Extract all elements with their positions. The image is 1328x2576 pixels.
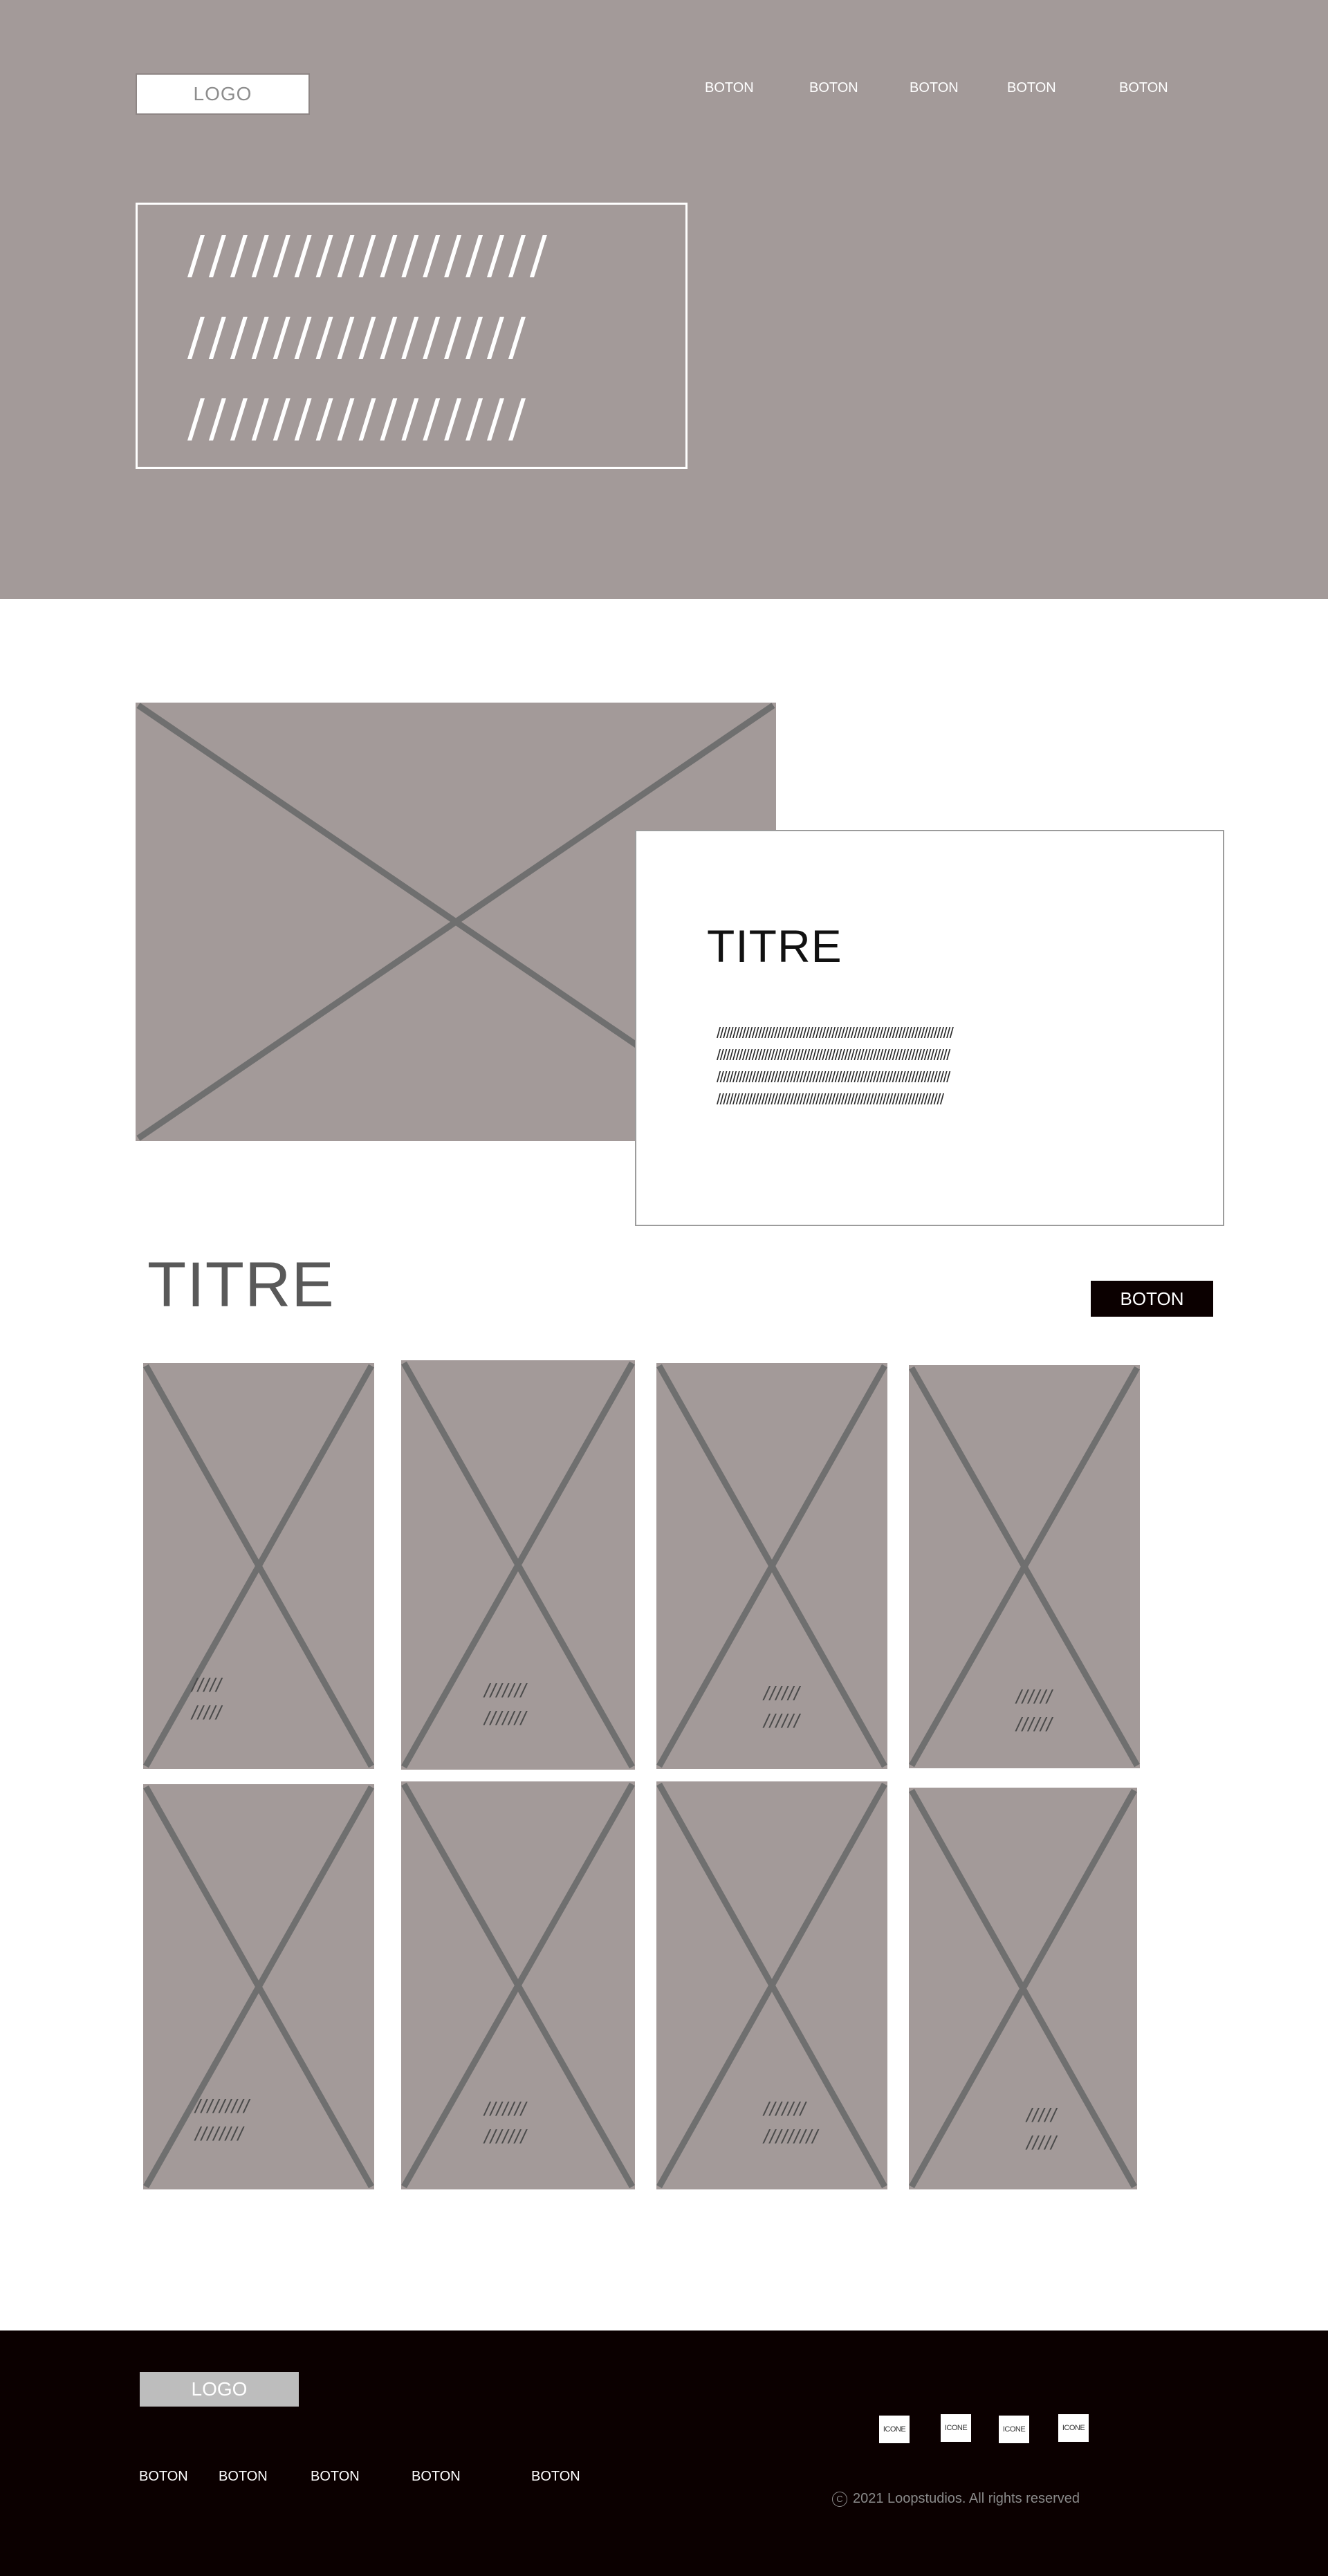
gallery-card-caption-line: ////// <box>1016 1714 1053 1735</box>
gallery-card-caption-line: ///////// <box>764 2126 819 2147</box>
footer: LOGO BOTON BOTON BOTON BOTON BOTON ICONE… <box>0 2331 1328 2576</box>
social-icon-3[interactable]: ICONE <box>999 2416 1029 2443</box>
gallery-card-caption-line: ////// <box>764 1683 800 1704</box>
gallery-card-caption-line: ///////// <box>195 2095 250 2117</box>
feature-card-title: TITRE <box>707 920 842 972</box>
gallery-card[interactable]: ///// ///// <box>909 1788 1137 2189</box>
gallery-card-caption-line: /////// <box>484 2126 527 2147</box>
gallery-card-caption: //////////////// <box>764 2095 818 2151</box>
gallery-card-caption-line: /////// <box>484 1707 527 1729</box>
gallery-card[interactable]: //////////////// <box>656 1781 887 2189</box>
header-logo[interactable]: LOGO <box>136 73 310 115</box>
nav-button-2[interactable]: BOTON <box>809 80 858 96</box>
gallery-card-caption-line: /////// <box>484 1680 527 1701</box>
social-icon-1[interactable]: ICONE <box>879 2416 910 2443</box>
gallery-card-caption: ////// ////// <box>764 1680 800 1735</box>
copyright-text: 2021 Loopstudios. All rights reserved <box>853 2491 1080 2506</box>
gallery-card[interactable]: ///// ///// <box>143 1363 374 1769</box>
nav-button-3[interactable]: BOTON <box>910 80 959 96</box>
gallery-card-caption-line: ///// <box>1026 2132 1057 2153</box>
image-placeholder-icon <box>909 1788 1137 2189</box>
feature-text-line: ////////////////////////////////////////… <box>717 1068 950 1086</box>
hero-section: LOGO BOTON BOTON BOTON BOTON BOTON /////… <box>0 0 1328 599</box>
gallery-card-caption-line: /////// <box>484 2098 527 2120</box>
gallery-card[interactable]: /////// /////// <box>401 1781 635 2189</box>
gallery-card-caption-line: ///// <box>192 1702 222 1723</box>
feature-text-line: ////////////////////////////////////////… <box>717 1046 950 1064</box>
social-icon-2[interactable]: ICONE <box>941 2414 971 2442</box>
image-placeholder-icon <box>143 1364 374 1768</box>
gallery-card-caption-line: ///// <box>1026 2104 1057 2126</box>
hero-text-line: ///////////////// <box>187 225 551 285</box>
gallery-card-caption: ///// ///// <box>1026 2102 1057 2157</box>
hero-text-line: //////////////// <box>187 307 530 367</box>
gallery-card-caption-line: ////// <box>764 1710 800 1732</box>
image-placeholder-icon <box>143 1785 374 2189</box>
footer-nav-button-4[interactable]: BOTON <box>412 2469 461 2485</box>
gallery-card-caption-line: /////// <box>764 2098 806 2120</box>
footer-logo[interactable]: LOGO <box>140 2372 299 2407</box>
gallery-card-caption: /////// /////// <box>484 1677 526 1732</box>
gallery-card-caption-line: //////// <box>195 2123 244 2144</box>
gallery-card-caption: ///// ///// <box>192 1671 222 1727</box>
feature-card-text: ////////////////////////////////////////… <box>717 1022 1159 1111</box>
copyright-symbol-icon: C <box>832 2491 847 2507</box>
gallery-card-caption-line: ////// <box>1016 1686 1053 1707</box>
footer-nav-button-5[interactable]: BOTON <box>531 2469 580 2485</box>
gallery-button[interactable]: BOTON <box>1091 1281 1213 1317</box>
nav-button-1[interactable]: BOTON <box>705 80 754 96</box>
gallery-card-caption: ///////////////// <box>195 2093 250 2148</box>
footer-nav-button-2[interactable]: BOTON <box>219 2469 268 2485</box>
feature-text-line: ////////////////////////////////////////… <box>717 1091 944 1108</box>
gallery-title: TITRE <box>147 1250 335 1320</box>
gallery-card-caption: /////// /////// <box>484 2095 526 2151</box>
feature-text-line: ////////////////////////////////////////… <box>717 1024 954 1041</box>
social-icon-4[interactable]: ICONE <box>1058 2414 1089 2442</box>
gallery-card[interactable]: ///////////////// <box>143 1784 374 2189</box>
hero-text-line: //////////////// <box>187 389 530 448</box>
gallery-card-caption-line: ///// <box>192 1674 222 1696</box>
hero-text-box: ///////////////// //////////////// /////… <box>136 203 688 469</box>
footer-nav-button-3[interactable]: BOTON <box>311 2469 360 2485</box>
nav-button-5[interactable]: BOTON <box>1119 80 1168 96</box>
gallery-card[interactable]: ////// ////// <box>656 1363 887 1769</box>
nav-button-4[interactable]: BOTON <box>1007 80 1056 96</box>
footer-nav-button-1[interactable]: BOTON <box>139 2469 188 2485</box>
copyright: C 2021 Loopstudios. All rights reserved <box>832 2491 1080 2507</box>
gallery-card-caption: ////// ////// <box>1016 1683 1053 1739</box>
feature-card: TITRE //////////////////////////////////… <box>635 830 1224 1226</box>
gallery-card[interactable]: ////// ////// <box>909 1365 1140 1768</box>
gallery-card[interactable]: /////// /////// <box>401 1360 635 1770</box>
